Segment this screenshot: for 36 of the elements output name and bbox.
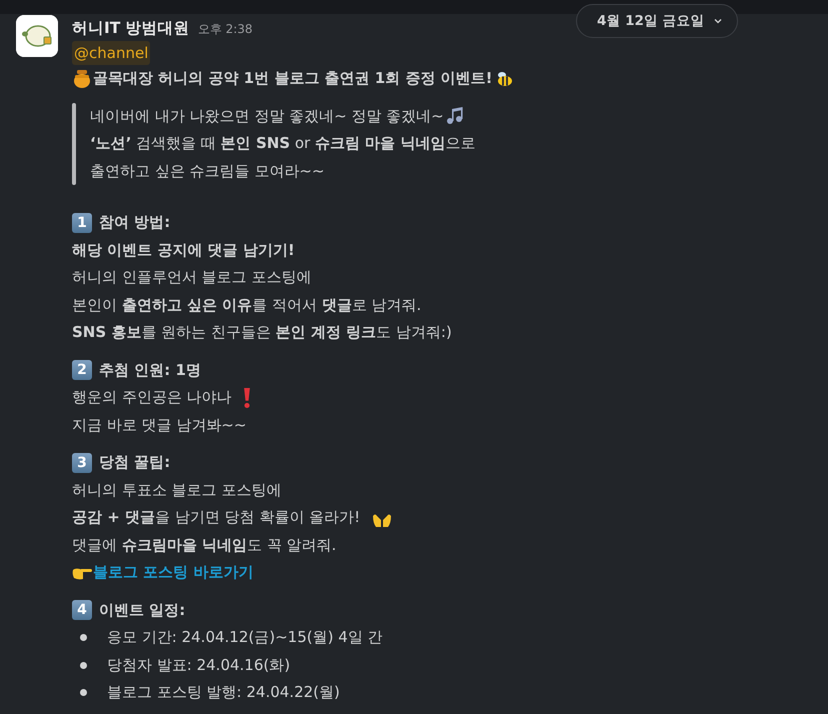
keycap-number: 1: [72, 212, 92, 233]
message-text: 공감 + 댓글을 남기면 당첨 확률이 올라가!: [72, 507, 360, 528]
keycap-number: 4: [72, 600, 92, 620]
music-notes-icon: [444, 106, 465, 126]
list-item-text: 당첨자 발표: 24.04.16(화): [107, 654, 290, 676]
timestamp[interactable]: 오후 2:38: [198, 16, 253, 44]
honey-pot-icon: [72, 68, 92, 89]
message-text: 해당 이벤트 공지에 댓글 남기기!: [72, 240, 295, 260]
bullet-dot: [80, 662, 87, 669]
quote-text: ‘노션’ 검색했을 때 본인 SNS or 슈크림 마을 닉네임으로: [90, 133, 476, 154]
bullet-dot: [80, 634, 87, 642]
exclamation-icon: [244, 388, 250, 408]
section-heading: 당첨 꿀팁:: [99, 452, 170, 473]
date-button[interactable]: 4월 12일 금요일: [576, 4, 738, 38]
keycap-number: 3: [72, 452, 92, 473]
message-text: 행운의 주인공은 나야나: [72, 387, 232, 408]
quote-text: 네이버에 내가 나왔으면 정말 좋겠네~ 정말 좋겠네~: [90, 106, 444, 126]
message-text: 허니의 인플루언서 블로그 포스팅에: [72, 267, 312, 288]
list-item-text: 블로그 포스팅 발행: 24.04.22(월): [107, 682, 340, 703]
chevron-down-icon: [712, 16, 723, 26]
message-text: SNS 홍보를 원하는 친구들은 본인 계정 링크도 남겨줘:): [72, 322, 452, 343]
section-heading: 참여 방법:: [99, 212, 170, 233]
message-text: 허니의 투표소 블로그 포스팅에: [72, 480, 282, 500]
channel-mention[interactable]: @channel: [72, 41, 150, 65]
keycap-number: 2: [72, 360, 92, 380]
section-heading: 이벤트 일정:: [99, 600, 186, 620]
message-headline: 골목대장 허니의 공약 1번 블로그 출연권 1회 증정 이벤트!: [93, 68, 492, 89]
message-text: 지금 바로 댓글 남겨봐~~: [72, 414, 246, 436]
list-item-text: 응모 기간: 24.04.12(금)~15(월) 4일 간: [107, 627, 383, 648]
message-text: 댓글에 슈크림마을 닉네임도 꼭 알려줘.: [72, 534, 336, 556]
sender-name[interactable]: 허니IT 방범대원: [72, 15, 190, 42]
message-text: 본인이 출연하고 싶은 이유를 적어서 댓글로 남겨줘.: [72, 294, 422, 316]
blog-link[interactable]: 블로그 포스팅 바로가기: [93, 559, 254, 586]
section-heading: 추첨 인원: 1명: [99, 360, 201, 380]
quote-text: 출연하고 싶은 슈크림들 모여라~~: [90, 160, 324, 182]
bullet-dot: [80, 689, 87, 696]
